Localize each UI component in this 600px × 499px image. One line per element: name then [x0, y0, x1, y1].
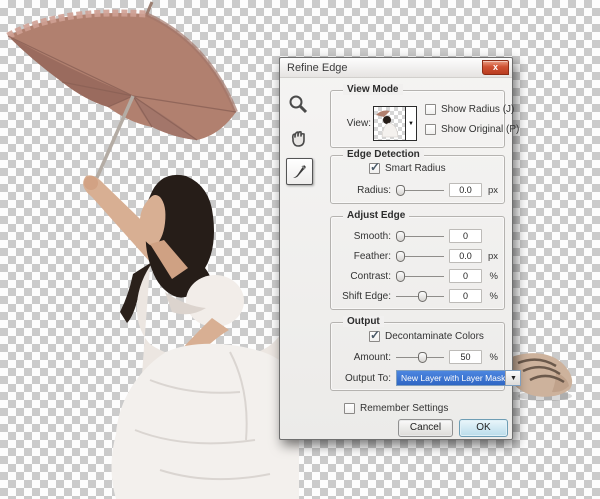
remember-settings-checkbox[interactable]: Remember Settings	[344, 403, 448, 414]
woman-figure	[83, 175, 299, 499]
shift-edge-unit: %	[482, 291, 498, 302]
adjust-edge-group: Adjust Edge Smooth: 0 Feather: 0.0 px Co…	[330, 216, 505, 310]
photoshop-canvas: Refine Edge x View Mode View:	[0, 0, 600, 499]
contrast-slider[interactable]	[396, 271, 444, 282]
close-icon: x	[493, 62, 498, 72]
output-to-dropdown[interactable]: New Layer with Layer Mask ▼	[396, 370, 521, 386]
contrast-unit: %	[482, 271, 498, 282]
view-thumbnail-image	[374, 107, 405, 140]
smooth-slider[interactable]	[396, 231, 444, 242]
decontaminate-colors-checkbox[interactable]: ✓ Decontaminate Colors	[369, 331, 484, 342]
edge-detection-group: Edge Detection ✓ Smart Radius Radius: 0.…	[330, 155, 505, 204]
radius-label: Radius:	[339, 185, 391, 196]
contrast-label: Contrast:	[339, 271, 391, 282]
dialog-title: Refine Edge	[287, 62, 348, 74]
tool-column	[285, 90, 319, 156]
output-to-value: New Layer with Layer Mask	[397, 371, 505, 385]
dialog-titlebar[interactable]: Refine Edge x	[280, 58, 512, 78]
hand-tool-icon[interactable]	[287, 127, 311, 149]
output-group: Output ✓ Decontaminate Colors Amount: 50…	[330, 322, 505, 391]
hand-on-shaft	[84, 176, 98, 190]
show-radius-checkbox[interactable]: Show Radius (J)	[425, 104, 519, 115]
radius-value[interactable]: 0.0	[449, 183, 482, 197]
amount-value[interactable]: 50	[449, 350, 482, 364]
show-radius-label: Show Radius (J)	[441, 104, 514, 115]
view-mode-group: View Mode View: ▼ Show Radius (J)	[330, 90, 505, 148]
view-label: View:	[337, 118, 371, 129]
view-dropdown-arrow[interactable]: ▼	[405, 107, 416, 140]
adjust-edge-title: Adjust Edge	[343, 210, 409, 221]
smooth-label: Smooth:	[339, 231, 391, 242]
feather-value[interactable]: 0.0	[449, 249, 482, 263]
brush-icon	[290, 162, 309, 181]
show-original-label: Show Original (P)	[441, 124, 519, 135]
radius-slider-thumb[interactable]	[396, 185, 405, 196]
edge-detection-title: Edge Detection	[343, 149, 424, 160]
shift-edge-value[interactable]: 0	[449, 289, 482, 303]
view-mode-title: View Mode	[343, 84, 403, 95]
contrast-value[interactable]: 0	[449, 269, 482, 283]
feather-unit: px	[482, 251, 498, 262]
zoom-tool-icon[interactable]	[287, 94, 309, 116]
view-thumbnail-dropdown[interactable]: ▼	[373, 106, 417, 141]
refine-radius-tool-button[interactable]	[286, 158, 313, 185]
shift-edge-label: Shift Edge:	[339, 291, 391, 302]
cancel-button[interactable]: Cancel	[398, 419, 453, 437]
output-to-dropdown-arrow[interactable]: ▼	[505, 371, 520, 385]
smooth-slider-thumb[interactable]	[396, 231, 405, 242]
feather-slider-thumb[interactable]	[396, 251, 405, 262]
amount-label: Amount:	[339, 352, 391, 363]
smooth-value[interactable]: 0	[449, 229, 482, 243]
output-to-label: Output To:	[339, 373, 391, 384]
show-original-checkbox[interactable]: Show Original (P)	[425, 124, 519, 135]
smart-radius-checkbox[interactable]: ✓ Smart Radius	[369, 163, 446, 174]
shift-edge-slider-thumb[interactable]	[418, 291, 427, 302]
feather-label: Feather:	[339, 251, 391, 262]
decontaminate-colors-label: Decontaminate Colors	[385, 331, 484, 342]
amount-slider-thumb[interactable]	[418, 352, 427, 363]
refine-edge-dialog: Refine Edge x View Mode View:	[279, 57, 513, 440]
output-title: Output	[343, 316, 384, 327]
remember-settings-label: Remember Settings	[360, 403, 448, 414]
ok-button[interactable]: OK	[459, 419, 508, 437]
amount-slider[interactable]	[396, 352, 444, 363]
feather-slider[interactable]	[396, 251, 444, 262]
radius-slider[interactable]	[396, 185, 444, 196]
shift-edge-slider[interactable]	[396, 291, 444, 302]
smart-radius-label: Smart Radius	[385, 163, 446, 174]
close-button[interactable]: x	[482, 60, 509, 75]
amount-unit: %	[482, 352, 498, 363]
radius-unit: px	[482, 185, 498, 196]
umbrella	[8, 2, 236, 182]
contrast-slider-thumb[interactable]	[396, 271, 405, 282]
